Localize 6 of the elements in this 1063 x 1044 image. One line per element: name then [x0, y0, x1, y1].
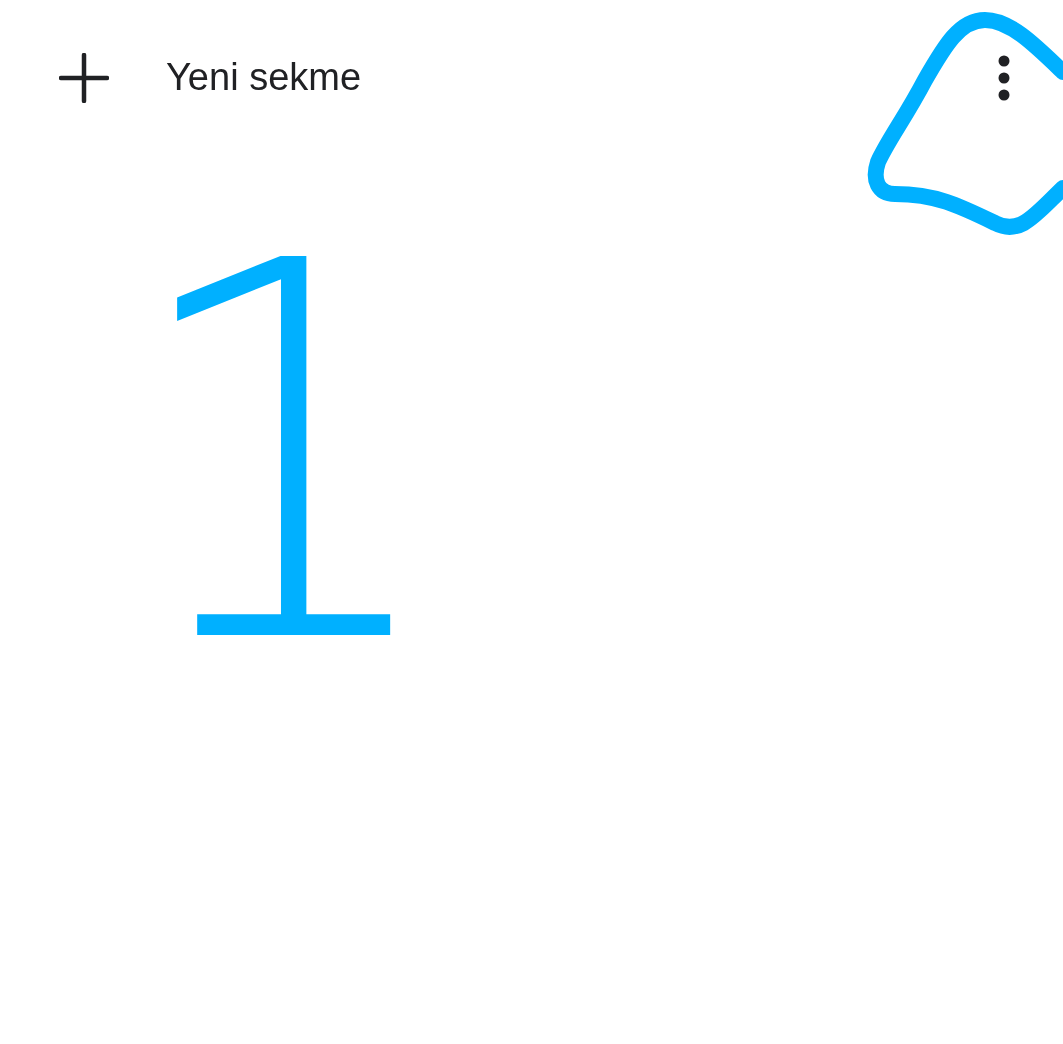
plus-icon — [59, 52, 109, 103]
handwritten-annotation: 1 — [120, 195, 451, 715]
tab-title: Yeni sekme — [166, 56, 362, 99]
new-tab-button[interactable] — [58, 51, 110, 104]
menu-icon — [997, 54, 1011, 101]
more-options-button[interactable] — [997, 54, 1011, 101]
